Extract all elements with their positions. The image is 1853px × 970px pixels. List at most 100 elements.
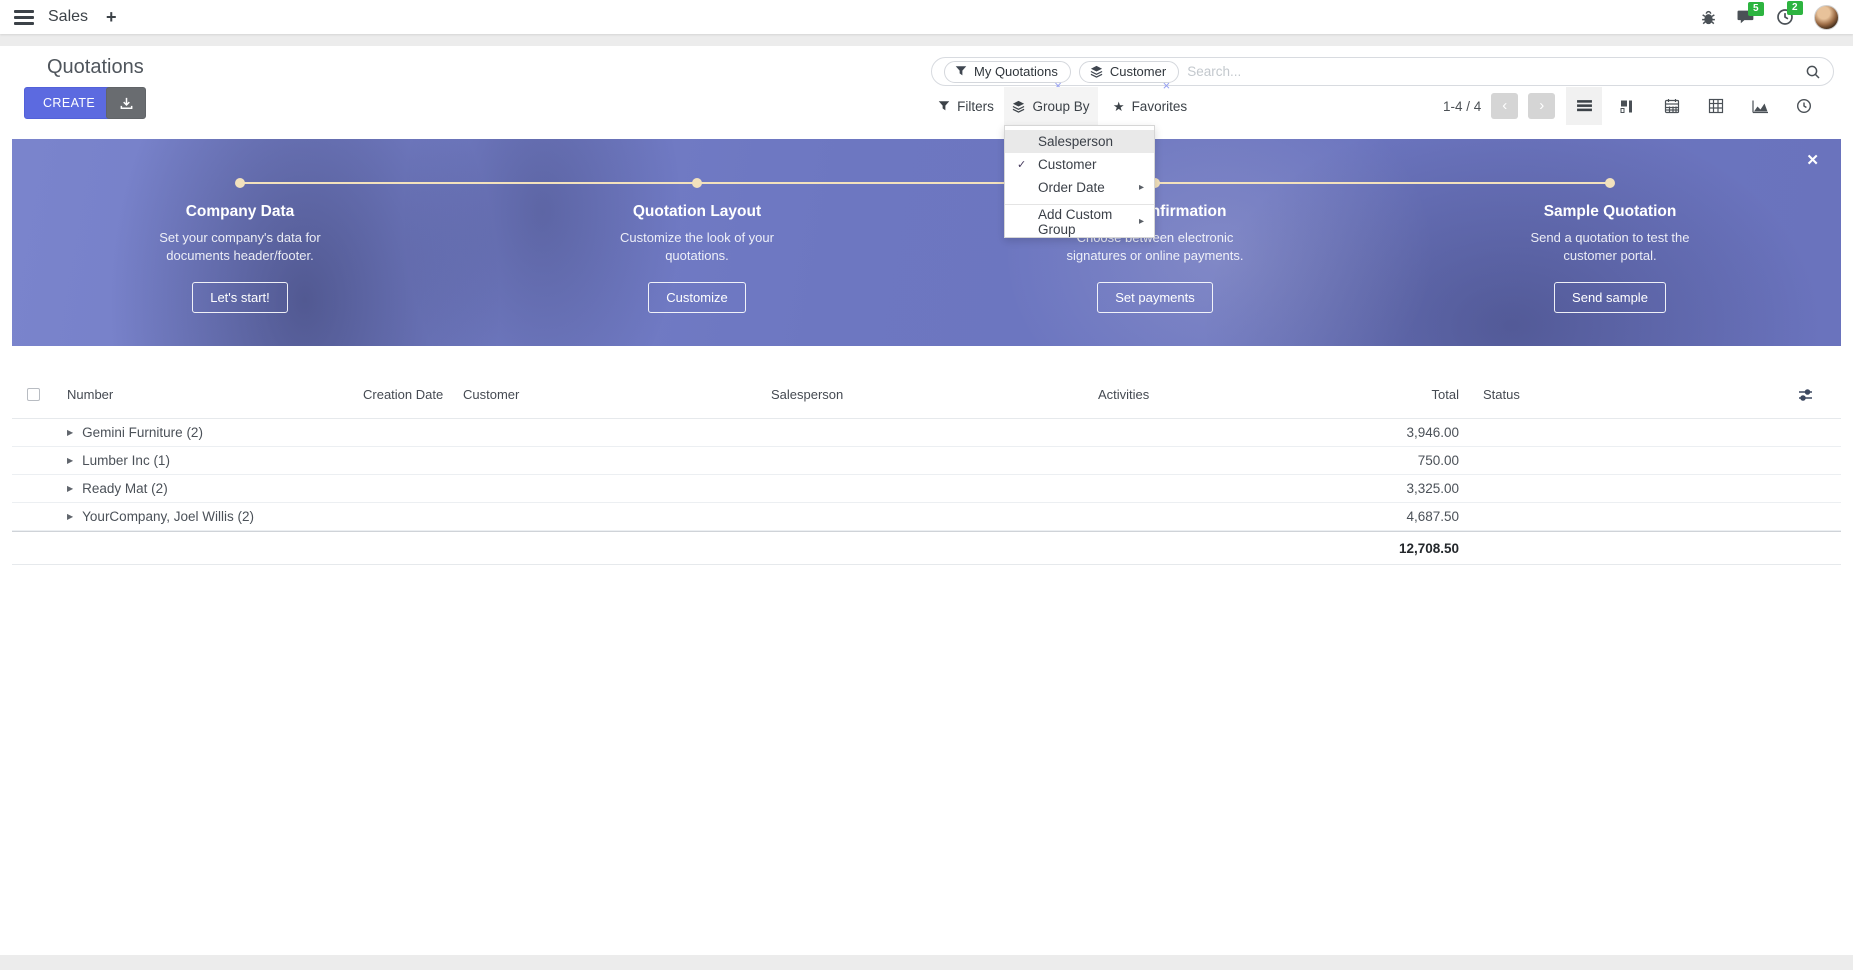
send-sample-button[interactable]: Send sample bbox=[1554, 282, 1666, 313]
view-switcher bbox=[1566, 87, 1822, 125]
expand-caret-icon[interactable]: ▶ bbox=[67, 456, 73, 465]
column-header-customer[interactable]: Customer bbox=[463, 371, 519, 418]
kanban-view-icon bbox=[1620, 99, 1636, 114]
pivot-view-icon bbox=[1708, 98, 1724, 114]
group-total: 3,946.00 bbox=[1292, 419, 1459, 446]
group-row-lumber-inc[interactable]: ▶ Lumber Inc (1) 750.00 bbox=[12, 447, 1841, 475]
activities-menu[interactable]: 2 bbox=[1776, 8, 1794, 26]
messages-count-badge: 5 bbox=[1748, 2, 1764, 16]
submenu-caret-icon: ▸ bbox=[1139, 182, 1144, 193]
list-view-icon bbox=[1576, 99, 1593, 114]
group-total: 4,687.50 bbox=[1292, 503, 1459, 530]
menu-item-label: Order Date bbox=[1038, 180, 1105, 195]
menu-item-label: Salesperson bbox=[1038, 134, 1113, 149]
step-description: Send a quotation to test the customer po… bbox=[1505, 229, 1715, 265]
create-button[interactable]: CREATE bbox=[24, 87, 114, 119]
step-description: Set your company's data for documents he… bbox=[135, 229, 345, 265]
sales-quotations-screen: Sales + 5 bbox=[0, 0, 1853, 970]
banner-close-icon[interactable]: ✕ bbox=[1806, 151, 1819, 169]
pager-next-button[interactable]: › bbox=[1528, 93, 1555, 119]
filter-funnel-icon bbox=[938, 100, 950, 112]
step-title: Sample Quotation bbox=[1460, 203, 1760, 221]
pager: 1-4 / 4 ‹ › bbox=[1443, 87, 1555, 125]
select-all-checkbox[interactable] bbox=[27, 388, 40, 401]
page-title: Quotations bbox=[47, 56, 144, 79]
onboarding-step-quotation-layout: Quotation Layout Customize the look of y… bbox=[547, 203, 847, 313]
group-by-label: Group By bbox=[1032, 99, 1089, 114]
graph-view-button[interactable] bbox=[1742, 87, 1778, 125]
calendar-view-icon bbox=[1664, 98, 1680, 114]
bug-icon bbox=[1700, 9, 1717, 26]
column-header-status[interactable]: Status bbox=[1483, 371, 1520, 418]
column-header-activities[interactable]: Activities bbox=[1098, 371, 1149, 418]
user-avatar[interactable] bbox=[1814, 5, 1839, 30]
step-title: Company Data bbox=[90, 203, 390, 221]
submenu-caret-icon: ▸ bbox=[1139, 216, 1144, 227]
pager-value: 1-4 / 4 bbox=[1443, 99, 1481, 114]
menu-item-add-custom-group[interactable]: Add Custom Group ▸ bbox=[1005, 210, 1154, 233]
menu-item-customer[interactable]: ✓ Customer bbox=[1005, 153, 1154, 176]
app-name[interactable]: Sales bbox=[48, 8, 88, 26]
plus-tab-icon[interactable]: + bbox=[106, 7, 117, 28]
expand-caret-icon[interactable]: ▶ bbox=[67, 484, 73, 493]
favorites-button[interactable]: ★ Favorites bbox=[1104, 87, 1196, 125]
check-icon: ✓ bbox=[1017, 158, 1026, 171]
group-name: Lumber Inc (1) bbox=[82, 453, 170, 468]
expand-caret-icon[interactable]: ▶ bbox=[67, 512, 73, 521]
onboarding-step-sample-quotation: Sample Quotation Send a quotation to tes… bbox=[1460, 203, 1760, 313]
group-by-dropdown-menu: Salesperson ✓ Customer Order Date ▸ Add … bbox=[1004, 125, 1155, 238]
timeline-dot bbox=[692, 178, 702, 188]
customize-button[interactable]: Customize bbox=[648, 282, 745, 313]
grand-total-row: 12,708.50 bbox=[12, 531, 1841, 565]
step-description: Customize the look of your quotations. bbox=[592, 229, 802, 265]
column-header-number[interactable]: Number bbox=[67, 371, 113, 418]
lets-start-button[interactable]: Let's start! bbox=[192, 282, 288, 313]
search-bar[interactable]: My Quotations × Customer × bbox=[931, 57, 1834, 86]
export-button[interactable] bbox=[106, 87, 146, 119]
calendar-view-button[interactable] bbox=[1654, 87, 1690, 125]
column-header-salesperson[interactable]: Salesperson bbox=[771, 371, 843, 418]
group-row-gemini-furniture[interactable]: ▶ Gemini Furniture (2) 3,946.00 bbox=[12, 419, 1841, 447]
optional-columns-icon[interactable] bbox=[1798, 371, 1813, 418]
list-header-row: Number Creation Date Customer Salesperso… bbox=[12, 371, 1841, 419]
group-total: 3,325.00 bbox=[1292, 475, 1459, 502]
step-title: Quotation Layout bbox=[547, 203, 847, 221]
apps-menu-icon[interactable] bbox=[14, 10, 34, 25]
kanban-view-button[interactable] bbox=[1610, 87, 1646, 125]
facet-customer[interactable]: Customer × bbox=[1079, 61, 1179, 83]
quotations-list: Number Creation Date Customer Salesperso… bbox=[12, 371, 1841, 565]
group-by-button[interactable]: Group By bbox=[1004, 87, 1098, 125]
menu-item-order-date[interactable]: Order Date ▸ bbox=[1005, 176, 1154, 199]
pager-previous-button[interactable]: ‹ bbox=[1491, 93, 1518, 119]
facet-label: My Quotations bbox=[974, 64, 1058, 79]
timeline-dot bbox=[1605, 178, 1615, 188]
column-header-creation-date[interactable]: Creation Date bbox=[363, 371, 443, 418]
filters-button[interactable]: Filters bbox=[930, 87, 1002, 125]
menu-item-salesperson[interactable]: Salesperson bbox=[1005, 130, 1154, 153]
expand-caret-icon[interactable]: ▶ bbox=[67, 428, 73, 437]
onboarding-step-company-data: Company Data Set your company's data for… bbox=[90, 203, 390, 313]
timeline-dot bbox=[235, 178, 245, 188]
column-header-total[interactable]: Total bbox=[1292, 371, 1459, 418]
search-icon[interactable] bbox=[1805, 64, 1821, 80]
activity-view-button[interactable] bbox=[1786, 87, 1822, 125]
messages-menu[interactable]: 5 bbox=[1737, 9, 1756, 26]
menu-separator bbox=[1005, 204, 1154, 205]
facet-my-quotations[interactable]: My Quotations × bbox=[944, 61, 1071, 83]
pivot-view-button[interactable] bbox=[1698, 87, 1734, 125]
set-payments-button[interactable]: Set payments bbox=[1097, 282, 1213, 313]
group-name: Ready Mat (2) bbox=[82, 481, 168, 496]
group-row-yourcompany-joel-willis[interactable]: ▶ YourCompany, Joel Willis (2) 4,687.50 bbox=[12, 503, 1841, 531]
debug-bug-icon[interactable] bbox=[1700, 9, 1717, 26]
search-input[interactable] bbox=[1187, 64, 1797, 79]
facet-label: Customer bbox=[1110, 64, 1166, 79]
list-view-button[interactable] bbox=[1566, 87, 1602, 125]
content-area: Quotations CREATE My Quotations × Cus bbox=[0, 46, 1853, 955]
group-row-ready-mat[interactable]: ▶ Ready Mat (2) 3,325.00 bbox=[12, 475, 1841, 503]
filters-label: Filters bbox=[957, 99, 994, 114]
systray: 5 2 bbox=[1700, 5, 1839, 30]
menu-item-label: Add Custom Group bbox=[1038, 207, 1139, 237]
onboarding-timeline bbox=[240, 182, 1610, 184]
activities-count-badge: 2 bbox=[1787, 1, 1803, 15]
activity-clock-icon bbox=[1796, 98, 1812, 114]
